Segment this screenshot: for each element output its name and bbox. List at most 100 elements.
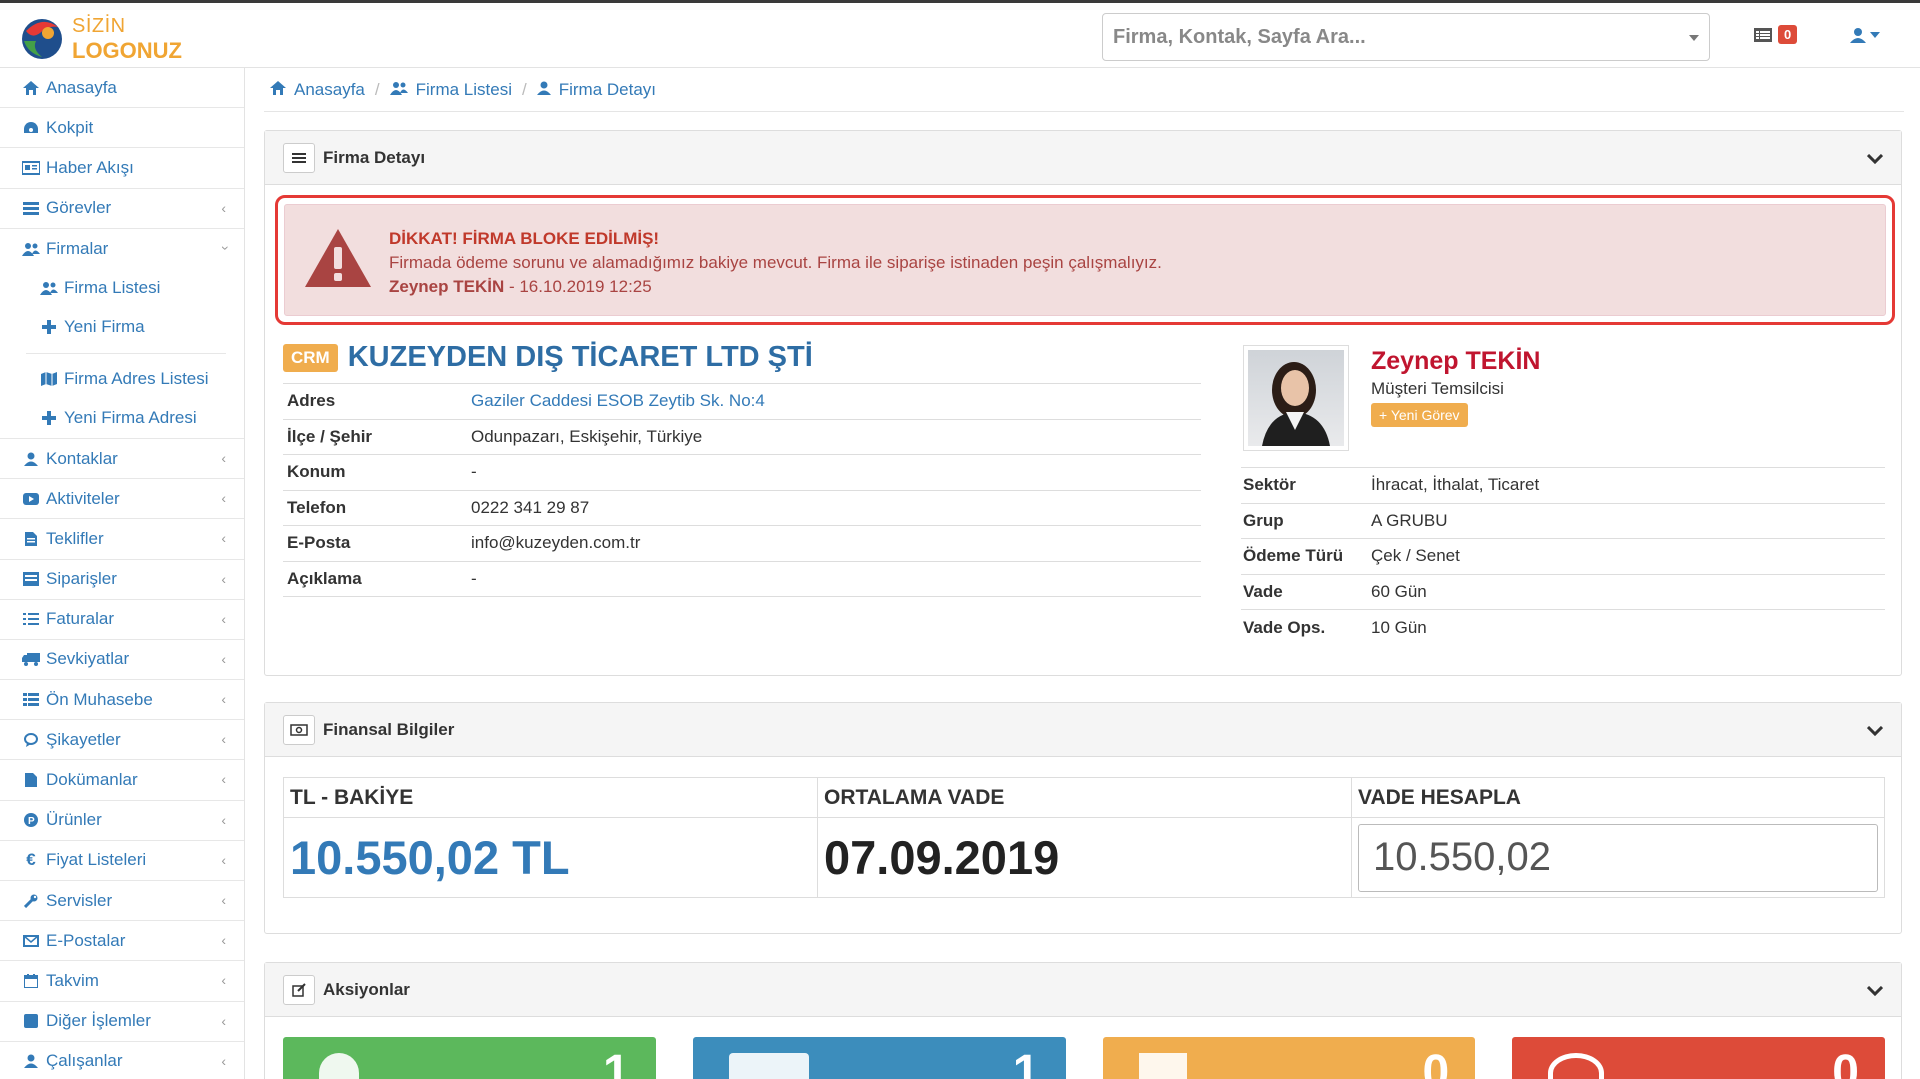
chevron-down-icon: ‹	[215, 245, 232, 251]
sidebar-item-label: Kontaklar	[46, 448, 118, 468]
sidebar-item-diger-islemler[interactable]: Diğer İşlemler ‹	[0, 1002, 244, 1042]
field-value: İhracat, İthalat, Ticaret	[1369, 467, 1885, 503]
table-row: Konum -	[283, 454, 1201, 490]
finance-panel: Finansal Bilgiler TL - BAKİYE ORTALAMA V…	[264, 702, 1902, 934]
warning-icon	[303, 227, 373, 294]
envelope-icon	[22, 934, 40, 947]
sidebar-subitem-yeni-firma[interactable]: Yeni Firma	[0, 308, 244, 347]
chevron-left-icon: ‹	[221, 851, 226, 868]
field-value: info@kuzeyden.com.tr	[467, 525, 1201, 561]
alert-footer: Zeynep TEKİN - 16.10.2019 12:25	[389, 277, 652, 297]
collapse-chevron-icon[interactable]	[1866, 981, 1884, 1001]
product-icon: P	[22, 813, 40, 828]
person-photo-icon	[1262, 362, 1330, 446]
sidebar-item-firmalar[interactable]: Firmalar ‹	[0, 229, 244, 269]
collapse-chevron-icon[interactable]	[1866, 149, 1884, 169]
sidebar-item-takvim[interactable]: Takvim ‹	[0, 961, 244, 1002]
field-value: Odunpazarı, Eskişehir, Türkiye	[467, 418, 1201, 455]
table-row: Sektör İhracat, İthalat, Ticaret	[1241, 467, 1885, 503]
sidebar-item-siparisler[interactable]: Siparişler ‹	[0, 560, 244, 600]
company-detail-panel-header: Firma Detayı	[265, 131, 1901, 185]
sidebar-item-fiyat-listeleri[interactable]: € Fiyat Listeleri ‹	[0, 841, 244, 881]
action-tile-count: 0	[1832, 1046, 1859, 1079]
sidebar-item-label: Görevler	[46, 198, 112, 218]
action-tile-activities[interactable]: 1	[692, 1037, 1066, 1079]
blocked-alert: DİKKAT! FİRMA BLOKE EDİLMİŞ! Firmada öde…	[284, 204, 1886, 316]
chevron-left-icon: ‹	[221, 199, 226, 216]
search-dropdown-caret-icon[interactable]	[1689, 35, 1699, 41]
bars-icon[interactable]	[283, 142, 315, 173]
user-menu-button[interactable]	[1850, 27, 1880, 43]
list-alt-icon	[22, 572, 40, 587]
breadcrumb: Anasayfa / Firma Listesi / Firma Detayı	[264, 68, 1904, 112]
truck-icon	[22, 652, 40, 667]
field-label: Telefon	[283, 489, 467, 526]
chevron-left-icon: ‹	[221, 1012, 226, 1029]
field-value: 10 Gün	[1369, 609, 1885, 645]
collapse-chevron-icon[interactable]	[1866, 721, 1884, 741]
field-label: Sektör	[1241, 467, 1369, 503]
action-tiles: 1 1 0 0	[283, 1037, 1885, 1079]
sidebar-item-faturalar[interactable]: Faturalar ‹	[0, 600, 244, 640]
field-value: Çek / Senet	[1369, 538, 1885, 574]
sidebar-subitem-yeni-firma-adresi[interactable]: Yeni Firma Adresi	[0, 399, 244, 438]
sidebar-item-servisler[interactable]: Servisler ‹	[0, 881, 244, 922]
table-row: TL - BAKİYE ORTALAMA VADE VADE HESAPLA	[283, 777, 1885, 818]
sidebar-item-kontaklar[interactable]: Kontaklar ‹	[0, 439, 244, 480]
field-value: A GRUBU	[1369, 502, 1885, 539]
sidebar-menu: Anasayfa Kokpit Haber Akışı Görevler ‹ F…	[0, 68, 245, 1079]
action-tile-count: 0	[1422, 1046, 1450, 1079]
breadcrumb-home-link[interactable]: Anasayfa	[294, 80, 365, 100]
brand-logo[interactable]: SİZİN LOGONUZ	[18, 11, 182, 63]
breadcrumb-current[interactable]: Firma Detayı	[559, 80, 656, 100]
sidebar-item-sikayetler[interactable]: Şikayetler ‹	[0, 720, 244, 761]
new-task-button[interactable]: + Yeni Görev	[1371, 403, 1468, 427]
action-tile-tasks[interactable]: 1	[283, 1037, 656, 1079]
newspaper-icon	[22, 160, 40, 175]
representative-name[interactable]: Zeynep TEKİN	[1371, 347, 1540, 376]
home-icon	[22, 80, 40, 95]
action-tile-shipments[interactable]: 0	[1102, 1037, 1476, 1079]
th-list-icon	[22, 692, 40, 707]
sidebar-item-anasayfa[interactable]: Anasayfa	[0, 68, 244, 109]
money-icon[interactable]	[283, 714, 315, 745]
sidebar-item-urunler[interactable]: P Ürünler ‹	[0, 801, 244, 841]
sidebar-item-label: Şikayetler	[46, 729, 121, 749]
sidebar-item-label: Kokpit	[46, 117, 94, 137]
sidebar-item-e-postalar[interactable]: E-Postalar ‹	[0, 921, 244, 962]
sidebar-item-teklifler[interactable]: Teklifler ‹	[0, 519, 244, 560]
sidebar-item-calisanlar[interactable]: Çalışanlar ‹	[0, 1042, 244, 1079]
edit-icon[interactable]	[283, 974, 315, 1005]
sidebar-item-label: Dokümanlar	[46, 770, 138, 790]
sidebar-item-label: Servisler	[46, 890, 113, 910]
list-alt-icon	[1754, 27, 1772, 42]
sidebar-item-on-muhasebe[interactable]: Ön Muhasebe ‹	[0, 680, 244, 721]
sidebar-item-kokpit[interactable]: Kokpit	[0, 108, 244, 149]
field-value: -	[467, 560, 1201, 597]
breadcrumb-list-link[interactable]: Firma Listesi	[416, 80, 512, 100]
balance-value: 10.550,02 TL	[290, 831, 570, 884]
action-tile-complaints[interactable]: 0	[1512, 1037, 1885, 1079]
sidebar-item-aktiviteler[interactable]: Aktiviteler ‹	[0, 479, 244, 520]
field-value: 0222 341 29 87	[467, 489, 1201, 526]
chevron-left-icon: ‹	[221, 972, 226, 989]
global-search-select[interactable]	[1102, 13, 1710, 61]
table-row: İlçe / Şehir Odunpazarı, Eskişehir, Türki…	[283, 418, 1201, 455]
sidebar-subitem-firma-adres-listesi[interactable]: Firma Adres Listesi	[0, 360, 244, 399]
sidebar-item-label: Firmalar	[46, 238, 109, 258]
breadcrumb-separator: /	[521, 79, 527, 99]
sidebar-item-haber-akisi[interactable]: Haber Akışı	[0, 148, 244, 189]
global-search-input[interactable]	[1103, 14, 1663, 60]
sidebar-item-label: Takvim	[46, 970, 99, 990]
company-name: KUZEYDEN DIŞ TİCARET LTD ŞTİ	[347, 341, 813, 373]
user-icon	[319, 1053, 359, 1079]
table-row: Telefon 0222 341 29 87	[283, 489, 1201, 526]
sidebar-item-gorevler[interactable]: Görevler ‹	[0, 189, 244, 229]
due-calc-input[interactable]	[1358, 823, 1878, 892]
sidebar-item-sevkiyatlar[interactable]: Sevkiyatlar ‹	[0, 640, 244, 681]
address-link[interactable]: Gaziler Caddesi ESOB Zeytib Sk. No:4	[467, 383, 1201, 419]
notifications-button[interactable]: 0	[1754, 25, 1798, 44]
sidebar-subitem-firma-listesi[interactable]: Firma Listesi	[0, 269, 244, 308]
sidebar-item-dokumanlar[interactable]: Dokümanlar ‹	[0, 760, 244, 801]
main-content: Anasayfa / Firma Listesi / Firma Detayı …	[264, 68, 1904, 1079]
